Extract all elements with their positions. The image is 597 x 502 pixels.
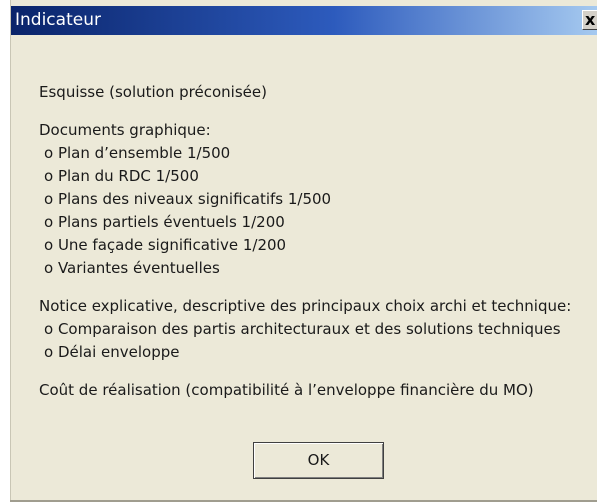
notice-item: o Délai enveloppe <box>44 343 180 361</box>
notice-label: Notice explicative, descriptive des prin… <box>39 297 572 315</box>
notice-item: o Comparaison des partis architecturaux … <box>44 320 561 338</box>
close-icon: x <box>585 10 596 29</box>
window-title: Indicateur <box>15 10 101 30</box>
document-item: o Plan du RDC 1/500 <box>44 167 199 185</box>
documents-label: Documents graphique: <box>39 121 211 139</box>
heading-esquisse: Esquisse (solution préconisée) <box>39 83 267 101</box>
document-item: o Plans partiels éventuels 1/200 <box>44 213 285 231</box>
title-bar[interactable]: Indicateur x <box>11 6 597 35</box>
dialog-window: Indicateur x Esquisse (solution préconis… <box>10 0 597 502</box>
document-item: o Plans des niveaux significatifs 1/500 <box>44 190 332 208</box>
cost-line: Coût de réalisation (compatibilité à l’e… <box>39 381 534 399</box>
close-button[interactable]: x <box>582 10 597 30</box>
dialog-content: Esquisse (solution préconisée) Documents… <box>39 81 571 402</box>
document-item: o Une façade significative 1/200 <box>44 236 287 254</box>
document-item: o Variantes éventuelles <box>44 259 220 277</box>
document-item: o Plan d’ensemble 1/500 <box>44 144 231 162</box>
ok-button[interactable]: OK <box>253 442 384 479</box>
